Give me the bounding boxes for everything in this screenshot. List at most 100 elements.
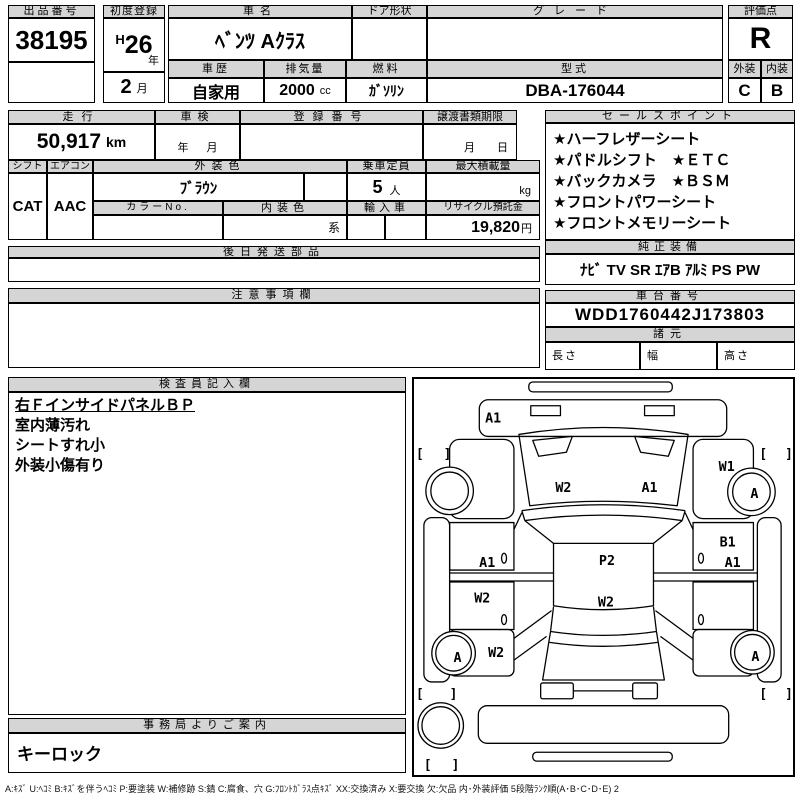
transfer-doc-value-cell: 月 日 (423, 124, 517, 160)
sales-points-header: セールスポイント (545, 110, 795, 123)
damage-labels: A1 W1 W2 A1 A B1 A1 P2 A1 W2 W2 W2 A A (454, 412, 760, 667)
damage-label-hood-left: W2 (555, 481, 571, 496)
front-top-bar (529, 382, 672, 392)
inspector-line: 室内薄汚れ (15, 416, 399, 436)
auction-sheet: 出品番号 38195 初度登録 H 26 年 2 月 車名 ﾍﾞﾝﾂ Aｸﾗｽ … (0, 0, 800, 800)
mileage-header: 走行 (8, 110, 155, 124)
tailgate (543, 631, 665, 680)
first-reg-month-cell: 2 月 (103, 72, 165, 103)
displacement-value-cell: 2000 cc (264, 78, 346, 103)
history-header: 車歴 (168, 60, 264, 78)
inspection-year-placeholder: 年 (178, 139, 189, 155)
aircon-value: AAC (47, 173, 93, 240)
damage-label-right-front-wheel: A (750, 487, 758, 502)
import-header: 輸入車 (347, 201, 426, 215)
ext-color-header: 外装色 (93, 160, 347, 173)
ext-color-sub-cell (304, 173, 347, 201)
fuel-header: 燃料 (346, 60, 427, 78)
sales-point-item: ★ハーフレザーシート (553, 129, 794, 150)
windshield (522, 505, 685, 521)
model-code-header: 型式 (427, 60, 723, 78)
bracket-mark: [ (416, 447, 424, 462)
damage-label-left-front-door: A1 (479, 556, 495, 571)
car-name-header: 車名 (168, 5, 352, 18)
bracket-mark: ] (444, 447, 452, 462)
car-name-value: ﾍﾞﾝﾂ Aｸﾗｽ (168, 18, 352, 60)
chassis-header: 車台番号 (545, 290, 795, 303)
damage-code-legend: A:ｷｽﾞ U:ﾍｺﾐ B:ｷｽﾞを伴うﾍｺﾐ P:要塗装 W:補修跡 S:錆 … (5, 782, 797, 796)
ext-color-value: ﾌﾞﾗｳﾝ (93, 173, 304, 201)
capacity-value-cell: 5 人 (347, 173, 426, 201)
left-front-wheel-inner (431, 472, 469, 510)
model-code-value: DBA-176044 (427, 78, 723, 103)
bracket-mark: [ (759, 687, 767, 702)
recycle-header: リサイクル預託金 (426, 201, 540, 215)
damage-label-right-fender: W1 (719, 460, 735, 475)
damage-label-right-rear-wheel: A (751, 650, 759, 665)
max-load-unit: kg (519, 185, 531, 197)
sales-point-item: ★パドルシフト ★ＥＴＣ (553, 150, 794, 171)
inspector-line: 右ＦインサイドパネルＢＰ (15, 396, 399, 416)
mileage-value: 50,917 (37, 130, 101, 154)
max-load-value-cell: kg (426, 173, 540, 201)
damage-label-rear-roof: W2 (598, 596, 614, 611)
shift-value: CAT (8, 173, 47, 240)
side-rails (450, 573, 758, 581)
door-handle (698, 615, 703, 625)
inspector-notes: 右ＦインサイドパネルＢＰ 室内薄汚れ シートすれ小 外装小傷有り (8, 392, 406, 715)
bracket-mark: ] (452, 758, 460, 773)
office-header: 事務局よりご案内 (8, 718, 406, 733)
sales-point-item: ★バックカメラ ★ＢＳＭ (553, 171, 794, 192)
damage-label-left-rear-door: W2 (474, 592, 490, 607)
grade-header: グレード (427, 5, 723, 18)
score-value: R (728, 18, 793, 60)
inspector-header: 検査員記入欄 (8, 377, 406, 392)
equipment-header: 純正装備 (545, 240, 795, 254)
recycle-value-cell: 19,820 円 (426, 215, 540, 240)
spec-width-cell: 幅 (640, 342, 717, 370)
color-no-value (93, 215, 223, 240)
plate-left (541, 683, 574, 699)
interior-score-value: B (761, 78, 793, 103)
damage-label-left-rear-quarter: W2 (488, 646, 504, 661)
door-shape-header: ドア形状 (352, 5, 427, 18)
auction-no-empty-box (8, 62, 95, 103)
int-color-value-cell: 系 (223, 215, 347, 240)
mileage-value-cell: 50,917 km (8, 124, 155, 160)
bracket-mark: [ (416, 687, 424, 702)
bracket-mark: ] (785, 687, 793, 702)
recycle-fee: 19,820 (471, 219, 520, 237)
rear-window (551, 607, 657, 636)
damage-label-right-front-door-upper: B1 (720, 535, 736, 550)
reg-no-value (240, 124, 423, 160)
int-color-suffix: 系 (328, 219, 340, 236)
later-parts-value (8, 258, 540, 282)
displacement-value: 2000 (279, 82, 315, 100)
first-reg-header: 初度登録 (103, 5, 165, 18)
inspection-header: 車検 (155, 110, 240, 124)
bracket-mark: [ (424, 758, 432, 773)
office-value: キーロック (8, 733, 406, 773)
grade-value (427, 18, 723, 60)
displacement-header: 排気量 (264, 60, 346, 78)
spare-tire-inner (422, 707, 460, 745)
damage-label-left-rear-wheel: A (454, 651, 462, 666)
int-color-header: 内装色 (223, 201, 347, 215)
first-reg-month-unit: 月 (137, 80, 148, 96)
first-reg-era: H (115, 32, 124, 47)
front-bumper (479, 400, 726, 437)
car-diagram-box: [ ] [ ] [ ] [ ] [ ] A1 W1 W2 A1 A B1 A1 … (412, 377, 795, 777)
exterior-score-header: 外装 (728, 60, 761, 78)
notes-header: 注意事項欄 (8, 288, 540, 303)
max-load-header: 最大積載量 (426, 160, 540, 173)
fuel-value: ｶﾞｿﾘﾝ (346, 78, 427, 103)
inspector-line: シートすれ小 (15, 436, 399, 456)
a-pillars (514, 513, 693, 544)
history-value: 自家用 (168, 78, 264, 103)
aircon-header: エアコン (47, 160, 93, 173)
first-reg-year-unit: 年 (148, 52, 159, 68)
right-rear-door (693, 582, 753, 630)
capacity-unit: 人 (390, 182, 401, 198)
inspection-month-placeholder: 月 (207, 139, 218, 155)
rear-bumper (478, 706, 728, 744)
